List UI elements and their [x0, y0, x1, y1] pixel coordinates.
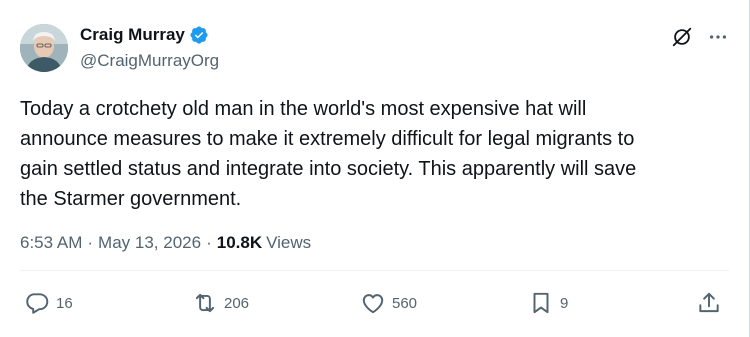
author-name-row: Craig Murray [80, 25, 209, 45]
tweet-date[interactable]: May 13, 2026 [98, 233, 201, 253]
views-label[interactable]: Views [266, 233, 311, 253]
meta-separator: · [87, 233, 94, 252]
repost-button[interactable]: 206 [192, 290, 249, 316]
avatar-image [20, 24, 68, 72]
like-icon [362, 294, 384, 314]
avatar[interactable] [20, 24, 68, 72]
share-button[interactable] [696, 290, 722, 316]
bookmark-button[interactable]: 9 [528, 290, 568, 316]
bookmark-icon [533, 292, 549, 314]
divider [20, 270, 729, 271]
meta-separator: · [206, 233, 212, 252]
like-button[interactable]: 560 [360, 290, 417, 316]
repost-icon [195, 293, 215, 313]
views-count[interactable]: 10.8K [217, 233, 262, 253]
tweet-meta: 6:53 AM · May 13, 2026 · 10.8K Views [20, 233, 311, 253]
author-handle[interactable]: @CraigMurrayOrg [80, 51, 219, 71]
tweet-time[interactable]: 6:53 AM [20, 233, 82, 253]
repost-count: 206 [224, 294, 250, 312]
grok-icon[interactable] [671, 26, 693, 48]
reply-count: 16 [56, 294, 73, 312]
tweet-card: Craig Murray @CraigMurrayOrg Today a cro… [0, 0, 750, 337]
tweet-text: Today a crotchety old man in the world's… [20, 98, 637, 210]
tweet-top-actions [671, 26, 729, 48]
like-count: 560 [392, 294, 418, 312]
share-icon [699, 292, 719, 313]
verified-badge-icon[interactable] [189, 25, 209, 45]
bookmark-count: 9 [560, 294, 569, 312]
tweet-actions-bar: 16 206 560 9 [24, 290, 724, 320]
display-name[interactable]: Craig Murray [80, 25, 185, 45]
reply-button[interactable]: 16 [24, 290, 73, 316]
more-icon[interactable] [707, 26, 729, 48]
reply-icon [26, 293, 49, 314]
